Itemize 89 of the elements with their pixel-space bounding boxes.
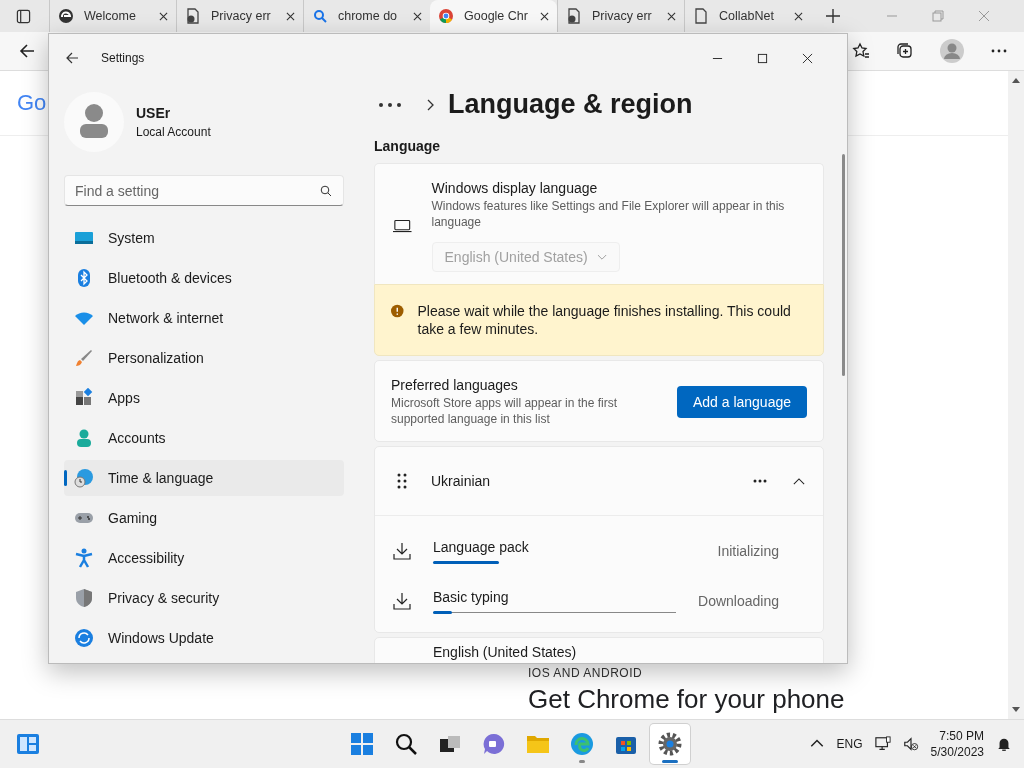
clock[interactable]: 7:50 PM 5/30/2023 bbox=[930, 728, 984, 760]
back-arrow-icon[interactable] bbox=[18, 42, 36, 60]
shield-icon bbox=[74, 588, 94, 608]
search-icon[interactable] bbox=[320, 185, 332, 197]
close-icon[interactable] bbox=[802, 52, 813, 64]
avatar-icon[interactable] bbox=[64, 92, 124, 152]
avatar-icon[interactable] bbox=[940, 39, 964, 63]
close-icon[interactable] bbox=[667, 11, 676, 21]
nav-item[interactable]: Time & language bbox=[64, 460, 344, 496]
language-name: English (United States) bbox=[433, 644, 577, 660]
feature-status: Initializing bbox=[717, 543, 779, 559]
eyebrow-text: IOS AND ANDROID bbox=[528, 666, 644, 680]
laptop-icon bbox=[393, 219, 412, 233]
document-icon bbox=[693, 8, 709, 24]
nav-item[interactable]: Network & internet bbox=[64, 300, 344, 336]
page-title: Language & region bbox=[448, 89, 693, 120]
search-icon bbox=[394, 732, 418, 756]
download-icon bbox=[393, 542, 411, 560]
nav-item[interactable]: Privacy & security bbox=[64, 580, 344, 616]
close-icon[interactable] bbox=[159, 11, 168, 21]
setting-title: Preferred languages bbox=[391, 377, 519, 393]
warning-message: Please wait while the language finishes installing. This could take a few minutes. bbox=[417, 302, 792, 338]
warning-icon bbox=[391, 303, 404, 319]
back-arrow-icon[interactable] bbox=[65, 51, 79, 65]
edge-icon bbox=[58, 8, 74, 24]
more-icon[interactable] bbox=[378, 101, 402, 108]
section-heading: Language bbox=[374, 138, 442, 154]
close-icon[interactable] bbox=[286, 11, 295, 21]
taskbar-app[interactable] bbox=[650, 724, 690, 764]
edge-icon bbox=[570, 732, 594, 756]
nav-item[interactable]: Windows Update bbox=[64, 620, 344, 656]
scrollbar[interactable] bbox=[1008, 71, 1024, 719]
chevron-up-icon[interactable] bbox=[793, 477, 805, 485]
browser-tab[interactable]: Google Chr bbox=[430, 0, 557, 32]
apps-icon bbox=[74, 388, 94, 408]
close-icon[interactable] bbox=[794, 11, 803, 21]
download-icon bbox=[393, 592, 411, 610]
more-icon[interactable] bbox=[753, 479, 767, 483]
logo-text: Go bbox=[17, 90, 47, 116]
search-icon bbox=[312, 8, 328, 24]
close-icon[interactable] bbox=[413, 11, 422, 21]
headline: Get Chrome for your phone bbox=[528, 684, 846, 715]
nav-item[interactable]: Gaming bbox=[64, 500, 344, 536]
nav-item[interactable]: Personalization bbox=[64, 340, 344, 376]
tab-actions-icon[interactable] bbox=[16, 8, 31, 24]
feature-name: Basic typing bbox=[433, 588, 510, 605]
document-error-icon bbox=[566, 8, 582, 24]
new-tab-icon[interactable] bbox=[825, 8, 841, 24]
network-icon[interactable] bbox=[874, 736, 891, 752]
person-icon bbox=[74, 428, 94, 448]
widgets-icon[interactable] bbox=[16, 732, 40, 756]
globe-clock-icon bbox=[74, 468, 94, 488]
drag-handle-icon[interactable] bbox=[397, 473, 407, 489]
scroll-down-icon[interactable] bbox=[1012, 707, 1020, 713]
nav-item[interactable]: Bluetooth & devices bbox=[64, 260, 344, 296]
chat-icon bbox=[482, 732, 506, 756]
gear-icon bbox=[658, 732, 682, 756]
user-name: USEr bbox=[136, 105, 172, 121]
feature-name: Language pack bbox=[433, 538, 530, 555]
setting-description: Windows features like Settings and File Explorer will appear in this language bbox=[431, 198, 786, 230]
nav-item[interactable]: Accessibility bbox=[64, 540, 344, 576]
scroll-up-icon[interactable] bbox=[1012, 77, 1020, 83]
input-language[interactable]: ENG bbox=[836, 737, 863, 751]
document-error-icon bbox=[185, 8, 201, 24]
chevron-down-icon bbox=[596, 253, 607, 261]
feature-status: Downloading bbox=[698, 593, 779, 609]
brush-icon bbox=[74, 348, 94, 368]
nav-item[interactable]: Accounts bbox=[64, 420, 344, 456]
setting-title: Windows display language bbox=[431, 180, 599, 196]
setting-description: Microsoft Store apps will appear in the first supported language in this list bbox=[391, 395, 619, 427]
search-field[interactable]: Find a setting bbox=[64, 175, 344, 206]
sync-icon bbox=[74, 628, 94, 648]
maximize-icon[interactable] bbox=[757, 52, 768, 64]
window-title: Settings bbox=[101, 51, 145, 65]
account-type: Local Account bbox=[136, 125, 211, 139]
add-language-button[interactable]: Add a language bbox=[676, 386, 807, 418]
favorites-icon[interactable] bbox=[852, 42, 870, 60]
scrollbar-thumb[interactable] bbox=[842, 154, 845, 376]
collections-icon[interactable] bbox=[896, 42, 914, 60]
nav-item[interactable]: System bbox=[64, 220, 344, 256]
start-icon bbox=[350, 732, 374, 756]
close-icon[interactable] bbox=[540, 11, 549, 21]
accessibility-icon bbox=[74, 548, 94, 568]
muted-speaker-icon[interactable] bbox=[902, 736, 919, 752]
notification-icon[interactable] bbox=[996, 736, 1012, 752]
nav-item[interactable]: Apps bbox=[64, 380, 344, 416]
chevron-right-icon bbox=[426, 98, 434, 111]
language-name: Ukrainian bbox=[431, 473, 491, 489]
chrome-icon bbox=[438, 8, 454, 24]
